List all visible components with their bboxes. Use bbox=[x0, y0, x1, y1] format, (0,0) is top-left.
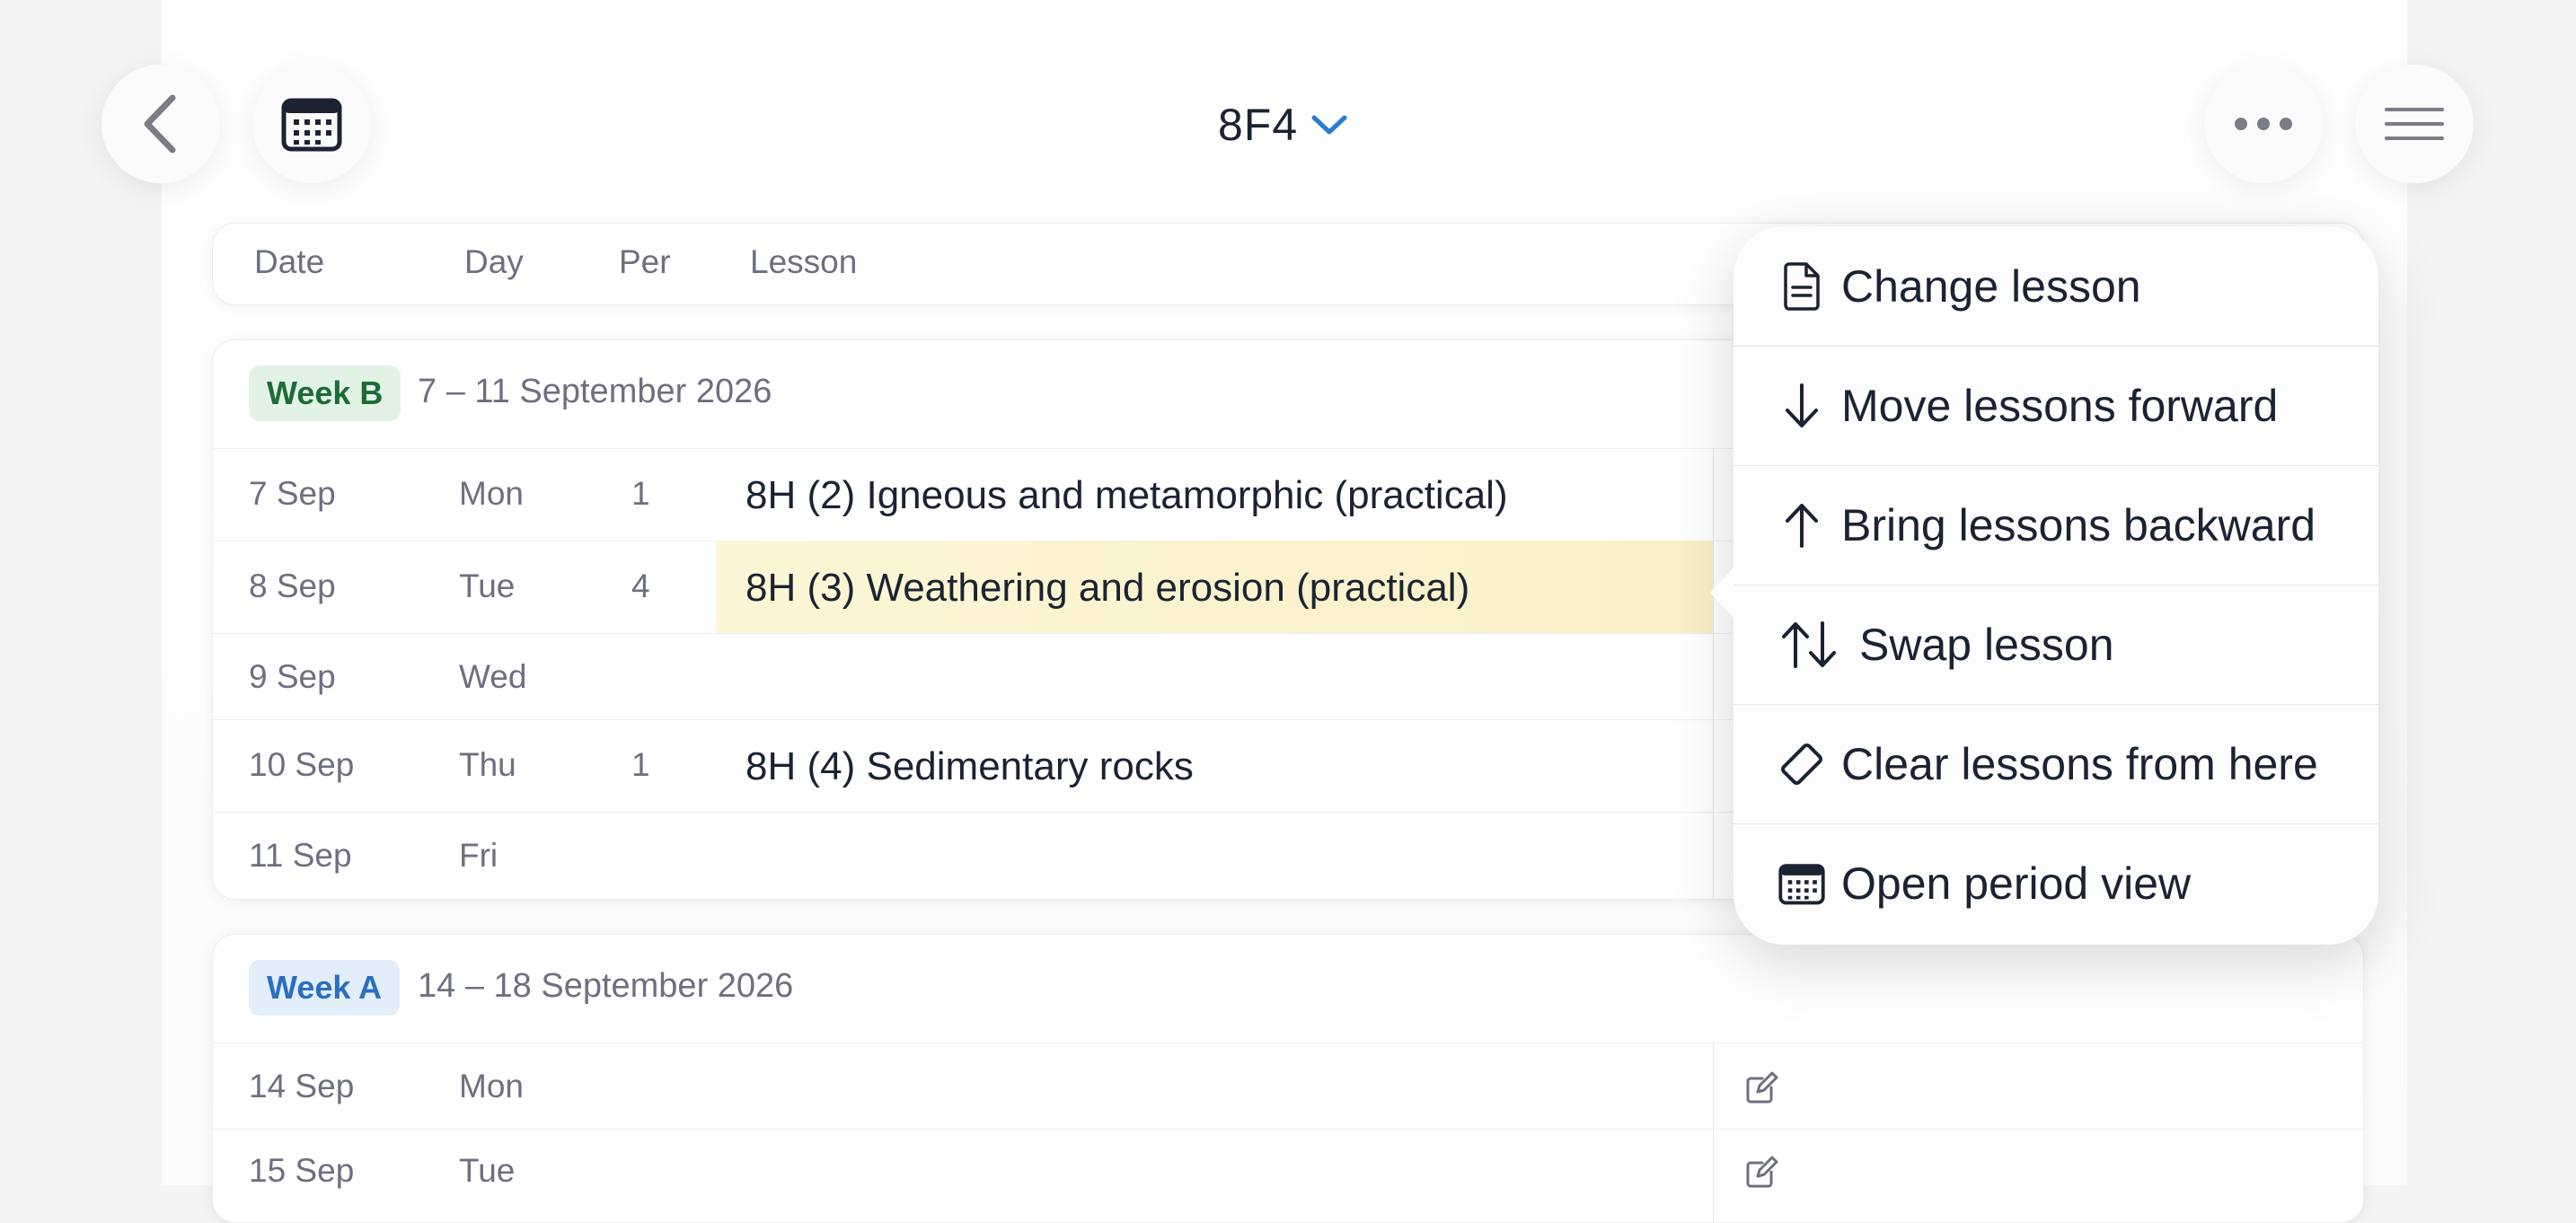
row-date: 14 Sep bbox=[249, 1068, 355, 1104]
row-lesson[interactable]: 8H (2) Igneous and metamorphic (practica… bbox=[745, 473, 1508, 518]
ellipsis-icon bbox=[2235, 118, 2292, 130]
menu-item-clear-lessons[interactable]: Clear lessons from here bbox=[1734, 704, 2378, 824]
row-date: 10 Sep bbox=[249, 746, 355, 783]
calendar-icon bbox=[1777, 858, 1827, 909]
menu-item-open-period-view[interactable]: Open period view bbox=[1734, 823, 2378, 943]
more-options-button[interactable] bbox=[2204, 65, 2323, 183]
column-lesson: Lesson bbox=[750, 243, 858, 280]
week-date-range: 14 – 18 September 2026 bbox=[418, 967, 794, 1005]
document-icon bbox=[1777, 261, 1827, 312]
row-lesson[interactable]: 8H (3) Weathering and erosion (practical… bbox=[745, 566, 1469, 611]
menu-item-label: Clear lessons from here bbox=[1841, 738, 2318, 789]
row-day: Tue bbox=[459, 1152, 516, 1189]
calendar-icon bbox=[281, 98, 342, 152]
hamburger-menu-button[interactable] bbox=[2355, 65, 2474, 183]
week-badge: Week A bbox=[249, 960, 401, 1016]
column-period: Per bbox=[619, 243, 671, 280]
chevron-down-icon bbox=[1311, 115, 1347, 135]
column-day: Day bbox=[464, 243, 524, 280]
arrow-up-icon bbox=[1777, 500, 1827, 550]
menu-item-label: Bring lessons backward bbox=[1841, 499, 2316, 550]
row-date: 11 Sep bbox=[249, 837, 352, 874]
edit-icon[interactable] bbox=[1744, 1069, 1780, 1105]
menu-item-label: Open period view bbox=[1841, 858, 2192, 909]
week-date-range: 7 – 11 September 2026 bbox=[418, 373, 772, 410]
menu-item-change-lesson[interactable]: Change lesson bbox=[1734, 226, 2378, 347]
week-badge: Week B bbox=[249, 365, 401, 421]
week-card-a: Week A 14 – 18 September 2026 14 Sep Mon… bbox=[212, 934, 2364, 1223]
row-period: 4 bbox=[631, 568, 650, 604]
chevron-left-icon bbox=[144, 94, 176, 154]
row-period: 1 bbox=[631, 475, 650, 512]
menu-item-bring-backward[interactable]: Bring lessons backward bbox=[1734, 465, 2378, 585]
menu-item-label: Change lesson bbox=[1841, 260, 2141, 312]
row-lesson[interactable]: 8H (4) Sedimentary rocks bbox=[745, 744, 1194, 789]
back-button[interactable] bbox=[101, 65, 220, 183]
column-divider bbox=[1713, 1043, 1714, 1222]
hamburger-icon bbox=[2385, 108, 2444, 140]
row-day: Fri bbox=[459, 837, 498, 874]
lesson-context-menu: Change lesson Move lessons forward Bring… bbox=[1710, 226, 2378, 945]
class-selector[interactable]: 8F4 bbox=[1218, 93, 1348, 156]
row-day: Tue bbox=[459, 568, 516, 604]
eraser-icon bbox=[1777, 739, 1827, 789]
row-date: 7 Sep bbox=[249, 475, 336, 512]
menu-item-swap-lesson[interactable]: Swap lesson bbox=[1734, 585, 2378, 705]
arrow-down-icon bbox=[1777, 381, 1827, 431]
row-day: Wed bbox=[459, 658, 527, 695]
row-day: Mon bbox=[459, 1068, 524, 1104]
row-date: 8 Sep bbox=[249, 568, 336, 604]
edit-icon[interactable] bbox=[1744, 1154, 1780, 1190]
swap-arrows-icon bbox=[1777, 620, 1845, 670]
table-row[interactable]: 14 Sep Mon bbox=[213, 1043, 2363, 1130]
column-divider bbox=[1713, 448, 1714, 899]
page-title: 8F4 bbox=[1218, 100, 1299, 150]
row-day: Mon bbox=[459, 475, 524, 512]
calendar-button[interactable] bbox=[252, 65, 371, 183]
menu-item-label: Swap lesson bbox=[1859, 619, 2114, 670]
week-header: Week A 14 – 18 September 2026 bbox=[213, 935, 2363, 1043]
menu-item-label: Move lessons forward bbox=[1841, 380, 2279, 431]
row-period: 1 bbox=[631, 746, 650, 783]
column-date: Date bbox=[254, 243, 325, 280]
row-date: 15 Sep bbox=[249, 1152, 355, 1189]
table-row[interactable]: 15 Sep Tue bbox=[213, 1129, 2363, 1222]
row-date: 9 Sep bbox=[249, 658, 336, 695]
popup-pointer bbox=[1710, 566, 1735, 620]
row-day: Thu bbox=[459, 746, 516, 783]
menu-item-move-forward[interactable]: Move lessons forward bbox=[1734, 346, 2378, 466]
